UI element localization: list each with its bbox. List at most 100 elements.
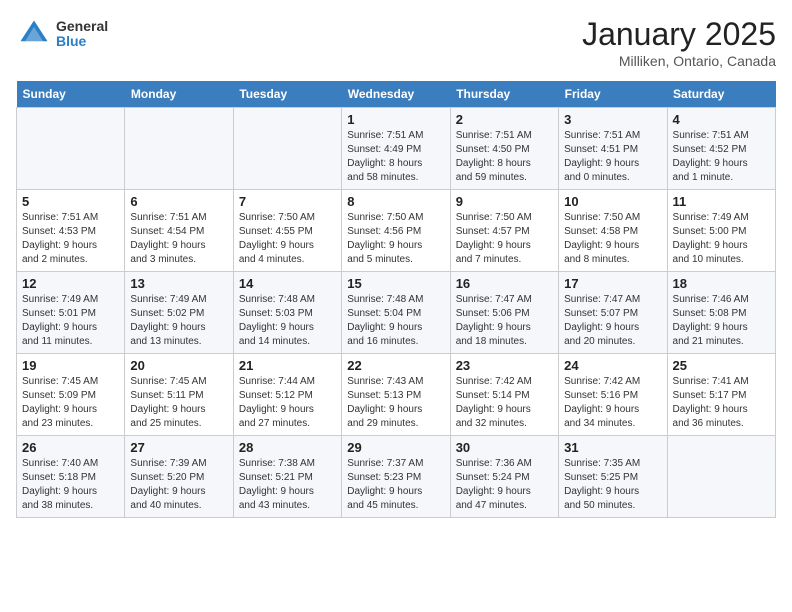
calendar-cell: 14 Sunrise: 7:48 AM Sunset: 5:03 PM Dayli…: [233, 272, 341, 354]
day-info: Sunrise: 7:36 AM Sunset: 5:24 PM Dayligh…: [456, 457, 553, 513]
day-number: 30: [456, 440, 553, 455]
logo-text: General Blue: [56, 19, 108, 50]
day-number: 18: [673, 276, 770, 291]
calendar-cell: 20Sunrise: 7:45 AM Sunset: 5:11 PM Dayli…: [125, 354, 233, 436]
day-number: 13: [130, 276, 227, 291]
calendar-cell: 23 Sunrise: 7:42 AM Sunset: 5:14 PM Dayli…: [450, 354, 558, 436]
day-number: 6: [130, 194, 227, 209]
day-number: 28: [239, 440, 336, 455]
calendar-cell: 13 Sunrise: 7:49 AM Sunset: 5:02 PM Dayli…: [125, 272, 233, 354]
weekday-header-friday: Friday: [559, 81, 667, 108]
day-number: 23: [456, 358, 553, 373]
day-info: Sunrise: 7:38 AM Sunset: 5:21 PM Dayligh…: [239, 457, 336, 513]
calendar-cell: 17Sunrise: 7:47 AM Sunset: 5:07 PM Dayli…: [559, 272, 667, 354]
calendar-cell: 18 Sunrise: 7:46 AM Sunset: 5:08 PM Dayli…: [667, 272, 775, 354]
calendar-cell: 31Sunrise: 7:35 AM Sunset: 5:25 PM Dayli…: [559, 436, 667, 518]
calendar-table: SundayMondayTuesdayWednesdayThursdayFrid…: [16, 81, 776, 518]
calendar-cell: 5Sunrise: 7:51 AM Sunset: 4:53 PM Daylig…: [17, 190, 125, 272]
day-number: 22: [347, 358, 444, 373]
day-number: 26: [22, 440, 119, 455]
day-info: Sunrise: 7:46 AM Sunset: 5:08 PM Dayligh…: [673, 293, 770, 349]
day-info: Sunrise: 7:41 AM Sunset: 5:17 PM Dayligh…: [673, 375, 770, 431]
calendar-cell: 25Sunrise: 7:41 AM Sunset: 5:17 PM Dayli…: [667, 354, 775, 436]
day-info: Sunrise: 7:50 AM Sunset: 4:56 PM Dayligh…: [347, 211, 444, 267]
day-number: 2: [456, 112, 553, 127]
day-info: Sunrise: 7:44 AM Sunset: 5:12 PM Dayligh…: [239, 375, 336, 431]
weekday-row: SundayMondayTuesdayWednesdayThursdayFrid…: [17, 81, 776, 108]
calendar-cell: 4 Sunrise: 7:51 AM Sunset: 4:52 PM Daylig…: [667, 108, 775, 190]
day-number: 16: [456, 276, 553, 291]
calendar-cell: [17, 108, 125, 190]
day-number: 10: [564, 194, 661, 209]
weekday-header-thursday: Thursday: [450, 81, 558, 108]
calendar-cell: 1 Sunrise: 7:51 AM Sunset: 4:49 PM Daylig…: [342, 108, 450, 190]
calendar-cell: 7Sunrise: 7:50 AM Sunset: 4:55 PM Daylig…: [233, 190, 341, 272]
day-number: 17: [564, 276, 661, 291]
day-info: Sunrise: 7:48 AM Sunset: 5:03 PM Dayligh…: [239, 293, 336, 349]
day-number: 9: [456, 194, 553, 209]
day-info: Sunrise: 7:50 AM Sunset: 4:57 PM Dayligh…: [456, 211, 553, 267]
day-info: Sunrise: 7:42 AM Sunset: 5:14 PM Dayligh…: [456, 375, 553, 431]
calendar-cell: 6 Sunrise: 7:51 AM Sunset: 4:54 PM Daylig…: [125, 190, 233, 272]
day-number: 20: [130, 358, 227, 373]
day-number: 3: [564, 112, 661, 127]
day-info: Sunrise: 7:49 AM Sunset: 5:02 PM Dayligh…: [130, 293, 227, 349]
logo-icon: [16, 16, 52, 52]
weekday-header-wednesday: Wednesday: [342, 81, 450, 108]
day-number: 1: [347, 112, 444, 127]
calendar-cell: [125, 108, 233, 190]
calendar-cell: 28 Sunrise: 7:38 AM Sunset: 5:21 PM Dayli…: [233, 436, 341, 518]
calendar-header: SundayMondayTuesdayWednesdayThursdayFrid…: [17, 81, 776, 108]
logo-line1: General: [56, 19, 108, 34]
calendar-cell: 26 Sunrise: 7:40 AM Sunset: 5:18 PM Dayli…: [17, 436, 125, 518]
day-number: 21: [239, 358, 336, 373]
day-number: 4: [673, 112, 770, 127]
calendar-cell: 2 Sunrise: 7:51 AM Sunset: 4:50 PM Daylig…: [450, 108, 558, 190]
day-info: Sunrise: 7:40 AM Sunset: 5:18 PM Dayligh…: [22, 457, 119, 513]
calendar-cell: 30 Sunrise: 7:36 AM Sunset: 5:24 PM Dayli…: [450, 436, 558, 518]
weekday-header-sunday: Sunday: [17, 81, 125, 108]
day-number: 31: [564, 440, 661, 455]
calendar-cell: 24 Sunrise: 7:42 AM Sunset: 5:16 PM Dayli…: [559, 354, 667, 436]
day-number: 24: [564, 358, 661, 373]
week-row-0: 1 Sunrise: 7:51 AM Sunset: 4:49 PM Daylig…: [17, 108, 776, 190]
day-info: Sunrise: 7:51 AM Sunset: 4:49 PM Dayligh…: [347, 129, 444, 185]
calendar-cell: 29Sunrise: 7:37 AM Sunset: 5:23 PM Dayli…: [342, 436, 450, 518]
week-row-2: 12Sunrise: 7:49 AM Sunset: 5:01 PM Dayli…: [17, 272, 776, 354]
day-info: Sunrise: 7:42 AM Sunset: 5:16 PM Dayligh…: [564, 375, 661, 431]
weekday-header-saturday: Saturday: [667, 81, 775, 108]
day-info: Sunrise: 7:51 AM Sunset: 4:54 PM Dayligh…: [130, 211, 227, 267]
calendar-cell: [233, 108, 341, 190]
title-block: January 2025 Milliken, Ontario, Canada: [582, 16, 776, 69]
calendar-cell: 16 Sunrise: 7:47 AM Sunset: 5:06 PM Dayli…: [450, 272, 558, 354]
day-info: Sunrise: 7:51 AM Sunset: 4:53 PM Dayligh…: [22, 211, 119, 267]
week-row-4: 26 Sunrise: 7:40 AM Sunset: 5:18 PM Dayli…: [17, 436, 776, 518]
calendar-cell: 27 Sunrise: 7:39 AM Sunset: 5:20 PM Dayli…: [125, 436, 233, 518]
day-number: 29: [347, 440, 444, 455]
day-number: 12: [22, 276, 119, 291]
week-row-1: 5Sunrise: 7:51 AM Sunset: 4:53 PM Daylig…: [17, 190, 776, 272]
calendar-cell: 19 Sunrise: 7:45 AM Sunset: 5:09 PM Dayli…: [17, 354, 125, 436]
day-number: 14: [239, 276, 336, 291]
day-number: 15: [347, 276, 444, 291]
day-info: Sunrise: 7:51 AM Sunset: 4:51 PM Dayligh…: [564, 129, 661, 185]
day-number: 11: [673, 194, 770, 209]
day-number: 19: [22, 358, 119, 373]
day-info: Sunrise: 7:45 AM Sunset: 5:09 PM Dayligh…: [22, 375, 119, 431]
calendar-cell: 15Sunrise: 7:48 AM Sunset: 5:04 PM Dayli…: [342, 272, 450, 354]
day-info: Sunrise: 7:50 AM Sunset: 4:58 PM Dayligh…: [564, 211, 661, 267]
calendar-cell: 21 Sunrise: 7:44 AM Sunset: 5:12 PM Dayli…: [233, 354, 341, 436]
day-number: 27: [130, 440, 227, 455]
day-info: Sunrise: 7:39 AM Sunset: 5:20 PM Dayligh…: [130, 457, 227, 513]
calendar-subtitle: Milliken, Ontario, Canada: [582, 53, 776, 69]
week-row-3: 19 Sunrise: 7:45 AM Sunset: 5:09 PM Dayli…: [17, 354, 776, 436]
calendar-cell: 22 Sunrise: 7:43 AM Sunset: 5:13 PM Dayli…: [342, 354, 450, 436]
calendar-cell: 8Sunrise: 7:50 AM Sunset: 4:56 PM Daylig…: [342, 190, 450, 272]
logo-line2: Blue: [56, 34, 108, 49]
calendar-cell: 9 Sunrise: 7:50 AM Sunset: 4:57 PM Daylig…: [450, 190, 558, 272]
day-info: Sunrise: 7:51 AM Sunset: 4:50 PM Dayligh…: [456, 129, 553, 185]
calendar-title: January 2025: [582, 16, 776, 53]
day-info: Sunrise: 7:47 AM Sunset: 5:06 PM Dayligh…: [456, 293, 553, 349]
day-info: Sunrise: 7:43 AM Sunset: 5:13 PM Dayligh…: [347, 375, 444, 431]
day-info: Sunrise: 7:51 AM Sunset: 4:52 PM Dayligh…: [673, 129, 770, 185]
